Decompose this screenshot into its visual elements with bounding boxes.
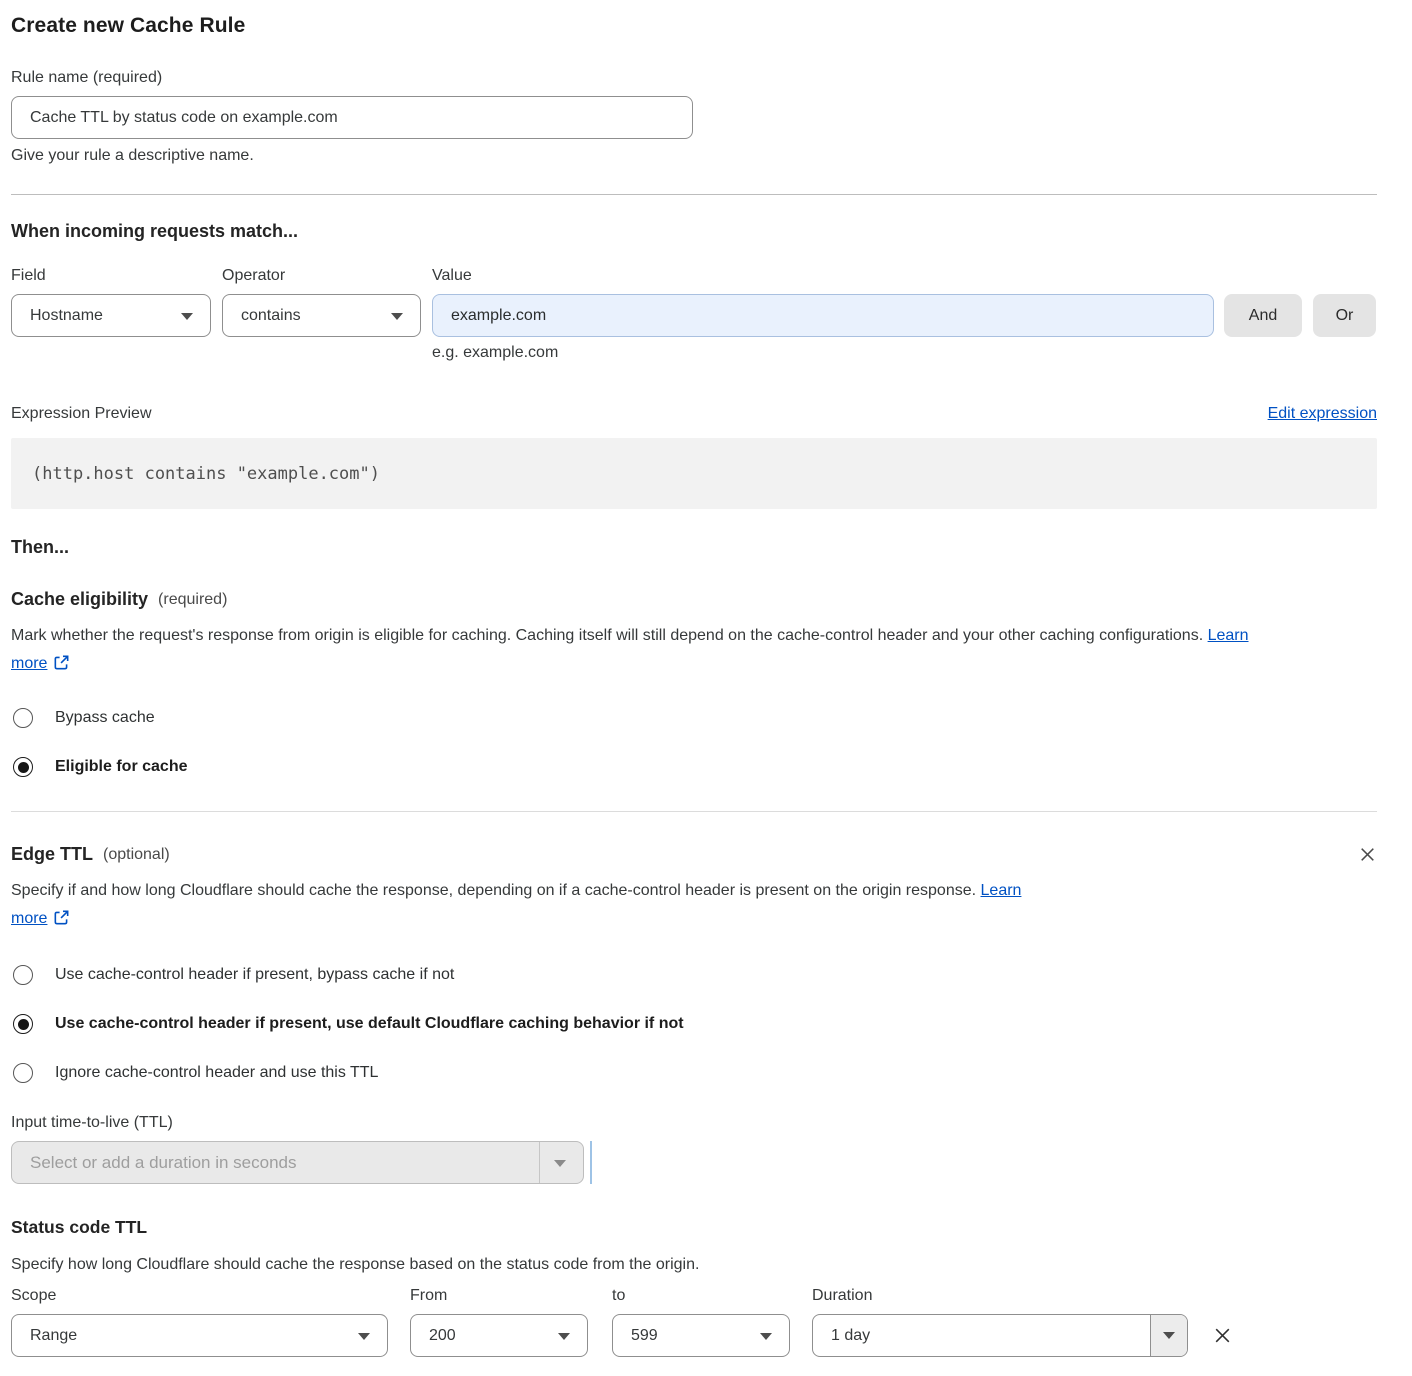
radio-label: Eligible for cache [55, 758, 187, 776]
ttl-duration-placeholder: Select or add a duration in seconds [30, 1153, 297, 1173]
scope-select-value: Range [30, 1327, 77, 1345]
or-button[interactable]: Or [1313, 294, 1376, 337]
text-caret [590, 1141, 592, 1184]
radio-option-ignore-header-use-ttl[interactable]: Ignore cache-control header and use this… [13, 1063, 1412, 1083]
operator-select[interactable]: contains [222, 294, 421, 337]
status-code-ttl-heading: Status code TTL [11, 1217, 1412, 1238]
radio-icon[interactable] [13, 708, 33, 728]
create-cache-rule-page: Create new Cache Rule Rule name (require… [0, 0, 1412, 1357]
condition-row: Field Hostname Operator contains Value A… [11, 267, 1412, 337]
radio-option-use-header-default[interactable]: Use cache-control header if present, use… [13, 1014, 1412, 1034]
edge-ttl-heading: Edge TTL [11, 844, 93, 865]
chevron-down-icon [358, 1333, 370, 1340]
ttl-duration-select[interactable]: Select or add a duration in seconds [11, 1141, 584, 1184]
select-arrow-segment[interactable] [1150, 1315, 1187, 1356]
edge-ttl-close-button[interactable] [1358, 845, 1377, 864]
edge-ttl-qualifier: (optional) [103, 846, 170, 864]
ttl-input-label: Input time-to-live (TTL) [11, 1114, 1412, 1132]
divider [11, 194, 1377, 195]
chevron-down-icon [181, 313, 193, 320]
rule-name-input[interactable] [11, 96, 693, 139]
from-select-value: 200 [429, 1327, 456, 1345]
cache-eligibility-options: Bypass cache Eligible for cache [11, 708, 1412, 777]
operator-label: Operator [222, 267, 421, 285]
edge-ttl-options: Use cache-control header if present, byp… [11, 965, 1412, 1083]
scope-select[interactable]: Range [11, 1314, 388, 1357]
from-select[interactable]: 200 [410, 1314, 588, 1357]
radio-label: Bypass cache [55, 709, 155, 727]
radio-label: Ignore cache-control header and use this… [55, 1064, 378, 1082]
radio-icon[interactable] [13, 965, 33, 985]
chevron-down-icon [391, 313, 403, 320]
radio-label: Use cache-control header if present, use… [55, 1015, 684, 1033]
status-code-ttl-description: Specify how long Cloudflare should cache… [11, 1251, 1412, 1279]
value-helper: e.g. example.com [432, 344, 1412, 362]
edit-expression-link[interactable]: Edit expression [1268, 405, 1377, 423]
status-code-ttl-row: Scope Range From 200 to 599 Duration 1 d… [11, 1287, 1412, 1357]
to-select[interactable]: 599 [612, 1314, 790, 1357]
expression-code: (http.host contains "example.com") [32, 464, 380, 484]
radio-label: Use cache-control header if present, byp… [55, 966, 454, 984]
cache-eligibility-header: Cache eligibility (required) [11, 589, 1377, 610]
cache-eligibility-qualifier: (required) [158, 591, 227, 609]
external-link-icon [53, 653, 70, 681]
expression-preview-code-block: (http.host contains "example.com") [11, 438, 1377, 509]
to-label: to [612, 1287, 790, 1305]
chevron-down-icon [1163, 1332, 1175, 1339]
chevron-down-icon [554, 1160, 566, 1167]
to-select-value: 599 [631, 1327, 658, 1345]
duration-select-value: 1 day [831, 1327, 870, 1345]
duration-label: Duration [812, 1287, 1188, 1305]
field-select-value: Hostname [30, 307, 103, 325]
select-arrow-segment[interactable] [539, 1142, 583, 1183]
page-title: Create new Cache Rule [11, 14, 1412, 38]
radio-icon[interactable] [13, 1063, 33, 1083]
expression-preview-header: Expression Preview Edit expression [11, 405, 1377, 423]
ttl-input-row: Select or add a duration in seconds [11, 1141, 1412, 1184]
rule-name-label: Rule name (required) [11, 69, 1412, 87]
from-label: From [410, 1287, 588, 1305]
cache-eligibility-heading: Cache eligibility [11, 589, 148, 610]
radio-icon[interactable] [13, 757, 33, 777]
radio-icon[interactable] [13, 1014, 33, 1034]
value-input[interactable] [432, 294, 1214, 337]
operator-select-value: contains [241, 307, 301, 325]
external-link-icon [53, 908, 70, 936]
edge-ttl-description-text: Specify if and how long Cloudflare shoul… [11, 882, 976, 899]
scope-label: Scope [11, 1287, 388, 1305]
divider [11, 811, 1377, 812]
rule-name-helper: Give your rule a descriptive name. [11, 147, 1412, 165]
then-heading: Then... [11, 537, 1412, 558]
radio-option-eligible-for-cache[interactable]: Eligible for cache [13, 757, 1412, 777]
field-label: Field [11, 267, 211, 285]
cache-eligibility-description: Mark whether the request's response from… [11, 622, 1281, 681]
radio-option-bypass-cache[interactable]: Bypass cache [13, 708, 1412, 728]
chevron-down-icon [760, 1333, 772, 1340]
duration-select[interactable]: 1 day [812, 1314, 1188, 1357]
chevron-down-icon [558, 1333, 570, 1340]
edge-ttl-description: Specify if and how long Cloudflare shoul… [11, 877, 1061, 936]
and-button[interactable]: And [1224, 294, 1302, 337]
value-label: Value [432, 267, 1214, 285]
expression-preview-label: Expression Preview [11, 405, 152, 423]
field-select[interactable]: Hostname [11, 294, 211, 337]
radio-option-use-header-bypass[interactable]: Use cache-control header if present, byp… [13, 965, 1412, 985]
remove-status-code-ttl-button[interactable] [1212, 1325, 1233, 1346]
cache-eligibility-description-text: Mark whether the request's response from… [11, 627, 1203, 644]
edge-ttl-header: Edge TTL (optional) [11, 844, 1377, 865]
match-section-heading: When incoming requests match... [11, 221, 1412, 242]
